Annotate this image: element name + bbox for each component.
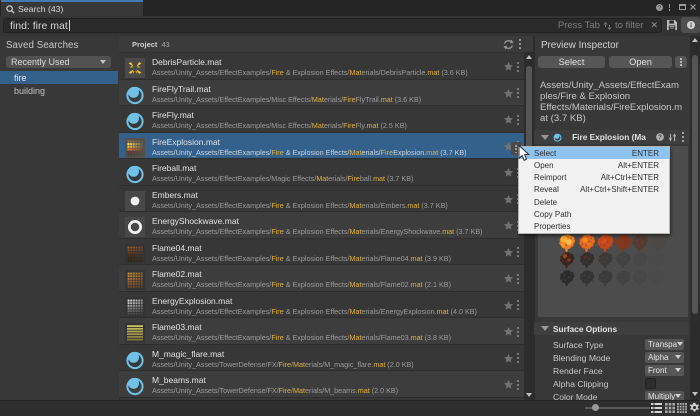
svg-text:?: ? <box>657 5 660 11</box>
svg-text:?: ? <box>658 135 662 141</box>
